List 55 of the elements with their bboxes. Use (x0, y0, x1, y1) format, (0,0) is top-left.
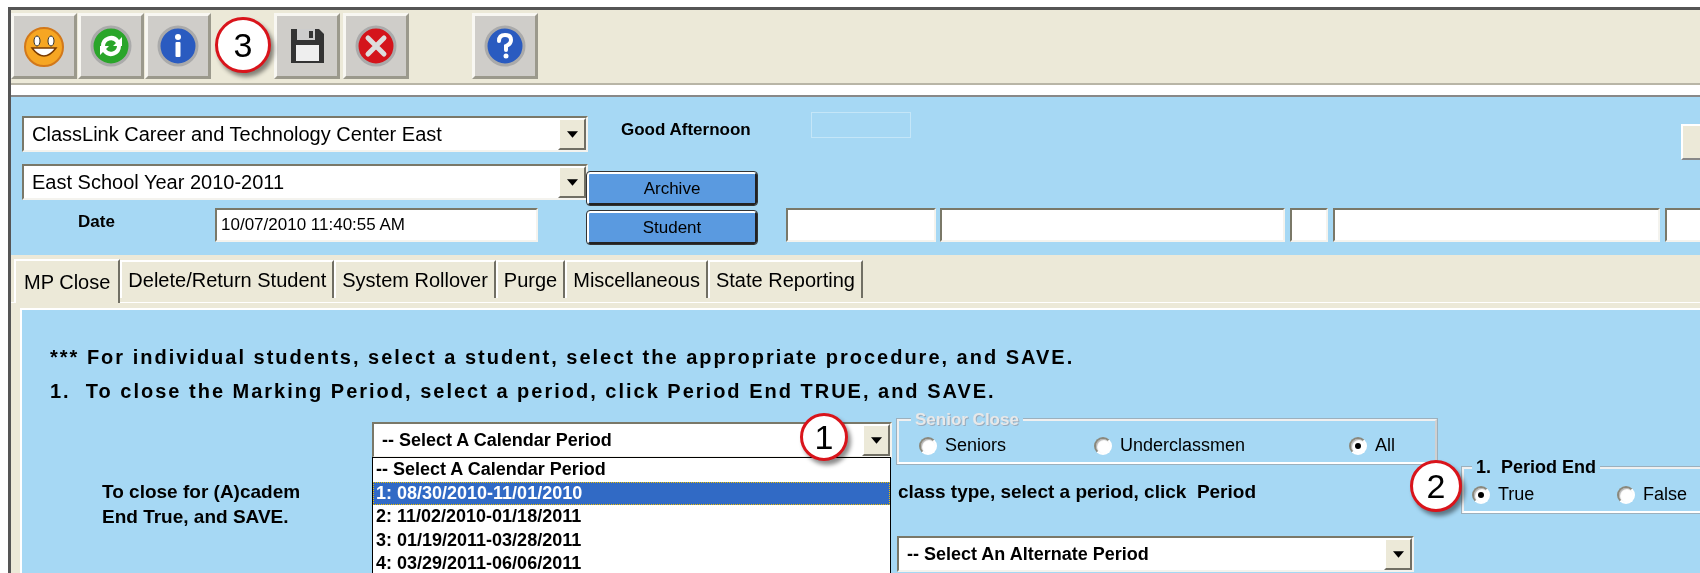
caret-icon (566, 178, 578, 186)
tab[interactable]: MP Close (14, 259, 121, 303)
dropdown-option[interactable]: 3: 01/19/2011-03/28/2011 (373, 528, 890, 552)
dropdown-option[interactable]: 1: 08/30/2010-11/01/2010 (373, 481, 890, 505)
tab[interactable]: Miscellaneous (565, 260, 708, 298)
dropdown-button[interactable] (558, 118, 586, 150)
text-field[interactable] (786, 208, 936, 242)
caret-icon (870, 436, 882, 444)
dropdown-option[interactable]: 4: 03/29/2011-06/06/2011 (373, 552, 890, 573)
date-field[interactable]: 10/07/2010 11:40:55 AM (215, 208, 538, 242)
instruction-text: *** For individual students, select a student, select the appropriate procedure, and SAVE. (50, 345, 1075, 370)
callout-badge: 1 (800, 413, 848, 461)
dropdown-option[interactable]: -- Select A Calendar Period (373, 458, 890, 482)
refresh-icon (89, 24, 133, 68)
info-icon (156, 24, 200, 68)
toolbar-button[interactable] (343, 13, 409, 79)
help-icon (483, 24, 527, 68)
dropdown-button[interactable] (558, 166, 586, 198)
tab[interactable]: Purge (495, 260, 566, 298)
instruction-text: 1. To close the Marking Period, select a period, click Period End TRUE, and SAVE. (50, 379, 996, 404)
date-label: Date (78, 211, 115, 233)
header-button[interactable]: Archive (587, 172, 757, 205)
text-field[interactable] (1290, 208, 1328, 242)
greeting-text: Good Afternoon (621, 119, 751, 141)
alternate-period-dropdown[interactable]: -- Select An Alternate Period (897, 536, 1414, 572)
toolbar-button[interactable] (145, 13, 211, 79)
radio-label: True (1498, 483, 1535, 506)
callout-badge: 2 (1410, 460, 1462, 512)
radio-label: False (1643, 483, 1687, 506)
tab[interactable]: System Rollover (334, 260, 496, 298)
radio-label: Underclassmen (1120, 434, 1246, 457)
school-year-dropdown[interactable]: East School Year 2010-2011 (22, 164, 588, 200)
header-button[interactable]: Student (587, 211, 757, 244)
tab[interactable]: Delete/Return Student (120, 260, 335, 298)
school-dropdown[interactable]: ClassLink Career and Technology Center East (22, 116, 588, 152)
caret-icon (566, 130, 578, 138)
radio-button[interactable] (1617, 485, 1635, 504)
toolbar-button[interactable] (274, 13, 340, 79)
close-icon (354, 24, 398, 68)
radio-button[interactable] (1472, 485, 1490, 504)
toolbar-button[interactable] (472, 13, 538, 79)
radio-label: All (1375, 434, 1395, 457)
smiley-icon (22, 24, 66, 68)
callout-badge: 3 (215, 17, 271, 73)
radio-label: Seniors (945, 434, 1007, 457)
instruction-text: class type, select a period, click Period (898, 480, 1256, 504)
dropdown-option[interactable]: 2: 11/02/2010-01/18/2011 (373, 505, 890, 529)
text-field[interactable] (940, 208, 1285, 242)
text-field[interactable] (1333, 208, 1660, 242)
instruction-text: To close for (A)cadem (102, 480, 301, 504)
dropdown-button[interactable] (862, 424, 890, 456)
tab[interactable]: State Reporting (707, 260, 863, 298)
caret-icon (1392, 550, 1404, 558)
dropdown-button[interactable] (1384, 538, 1412, 570)
instruction-text: End True, and SAVE. (102, 505, 289, 529)
